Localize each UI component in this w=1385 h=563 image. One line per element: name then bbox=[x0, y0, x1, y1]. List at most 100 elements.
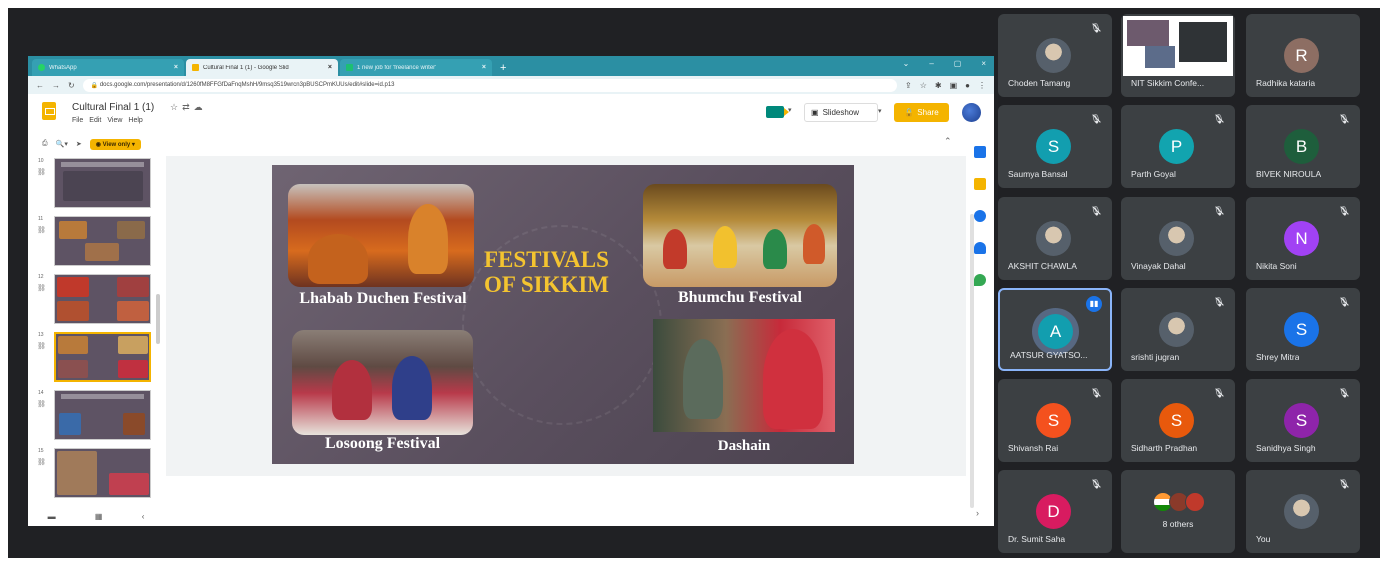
mic-off-icon: 🎙 bbox=[1213, 114, 1225, 124]
mic-off-icon: 🎙 bbox=[1090, 388, 1102, 398]
participant-tile[interactable]: 🎙 You bbox=[1246, 470, 1360, 553]
share-page-icon[interactable]: ⇪ bbox=[905, 81, 912, 90]
thumbnail-row[interactable]: 13 ⛓ bbox=[28, 330, 164, 388]
close-icon[interactable]: × bbox=[174, 64, 178, 71]
extensions-icon[interactable]: ✱ bbox=[935, 81, 942, 90]
thumbnail-row[interactable]: 15 ⛓ bbox=[28, 446, 164, 504]
caption-bhumchu: Bhumchu Festival bbox=[677, 289, 802, 306]
chevron-down-icon[interactable]: ⌄ bbox=[903, 59, 910, 68]
participant-tile[interactable]: 🎙 Choden Tamang bbox=[998, 14, 1112, 97]
slideshow-label: Slideshow bbox=[822, 108, 860, 117]
participant-tile[interactable]: D 🎙 Dr. Sumit Saha bbox=[998, 470, 1112, 553]
menu-view[interactable]: View bbox=[107, 117, 122, 124]
grid-view-icon[interactable]: ▦ bbox=[95, 512, 103, 521]
print-icon[interactable]: ⎙ bbox=[42, 140, 48, 148]
star-icon[interactable]: ☆ bbox=[170, 102, 182, 112]
participant-name: Sanidhya Singh bbox=[1256, 443, 1316, 453]
participant-name: Dr. Sumit Saha bbox=[1008, 534, 1066, 544]
view-only-badge[interactable]: ◉ View only ▾ bbox=[89, 138, 141, 150]
thumbnail-row[interactable]: 11 ⛓ bbox=[28, 214, 164, 272]
speaking-indicator-icon: ▮▮ bbox=[1086, 296, 1102, 312]
close-icon[interactable]: × bbox=[482, 64, 486, 71]
slide-thumbnail[interactable] bbox=[54, 158, 151, 208]
participant-tile[interactable]: R Radhika kataria bbox=[1246, 14, 1360, 97]
mic-off-icon: 🎙 bbox=[1338, 206, 1350, 216]
profile-icon[interactable]: ● bbox=[965, 81, 970, 90]
slide-thumbnail[interactable] bbox=[54, 274, 151, 324]
close-window-icon[interactable]: × bbox=[981, 59, 986, 68]
star-icon[interactable]: ☆ bbox=[920, 81, 927, 90]
filmstrip-scrollbar[interactable] bbox=[156, 294, 160, 344]
cursor-icon[interactable]: ➤ bbox=[76, 140, 82, 148]
url-field[interactable]: 🔒 docs.google.com/presentation/d/1260fM8… bbox=[82, 78, 898, 92]
thumbnail-row[interactable]: 14 ⛓ bbox=[28, 388, 164, 446]
participant-tile[interactable]: NIT Sikkim Confe... bbox=[1121, 14, 1235, 97]
account-avatar[interactable] bbox=[962, 103, 981, 122]
menu-help[interactable]: Help bbox=[128, 117, 142, 124]
slide-thumbnail[interactable] bbox=[54, 390, 151, 440]
mic-off-icon: 🎙 bbox=[1090, 206, 1102, 216]
minimize-icon[interactable]: – bbox=[929, 59, 933, 68]
slide-thumbnail[interactable] bbox=[54, 216, 151, 266]
participant-tile[interactable]: B 🎙 BIVEK NIROULA bbox=[1246, 105, 1360, 188]
meet-window: WhatsApp × Cultural Final 1 (1) - Google… bbox=[8, 8, 1380, 558]
participant-tile[interactable]: S 🎙 Shivansh Rai bbox=[998, 379, 1112, 462]
menu-edit[interactable]: Edit bbox=[89, 117, 101, 124]
participant-tile[interactable]: S 🎙 Saumya Bansal bbox=[998, 105, 1112, 188]
tab-whatsapp[interactable]: WhatsApp × bbox=[32, 59, 184, 76]
zoom-icon[interactable]: 🔍▾ bbox=[56, 140, 68, 148]
mic-off-icon: 🎙 bbox=[1338, 388, 1350, 398]
slideshow-button[interactable]: ▣ Slideshow bbox=[804, 103, 878, 122]
sidepanel-icon[interactable]: ▣ bbox=[950, 81, 958, 90]
participant-avatar: S bbox=[1284, 403, 1319, 438]
slides-logo-icon[interactable] bbox=[42, 102, 56, 120]
notes-resize-handle[interactable]: ⋯ bbox=[576, 524, 583, 526]
keep-icon[interactable] bbox=[974, 178, 986, 190]
current-slide: FESTIVALS OF SIKKIM Lhabab Duchen Festiv… bbox=[272, 165, 854, 464]
chevron-down-icon[interactable]: ▾ bbox=[788, 106, 792, 114]
tasks-icon[interactable] bbox=[974, 210, 986, 222]
participant-tile[interactable]: 🎙 Vinayak Dahal bbox=[1121, 197, 1235, 280]
calendar-icon[interactable] bbox=[974, 146, 986, 158]
new-tab-button[interactable]: + bbox=[494, 62, 512, 76]
contacts-icon[interactable] bbox=[974, 242, 986, 254]
slide-thumbnail-active[interactable] bbox=[54, 332, 151, 382]
close-icon[interactable]: × bbox=[328, 64, 332, 71]
participant-tile[interactable]: 8 others bbox=[1121, 470, 1235, 553]
thumbnail-row[interactable]: 12 ⛓ bbox=[28, 272, 164, 330]
menu-file[interactable]: File bbox=[72, 117, 83, 124]
reload-icon[interactable]: ↻ bbox=[68, 81, 75, 90]
share-button[interactable]: 🔒 Share bbox=[894, 103, 949, 122]
participant-tile[interactable]: S 🎙 Sanidhya Singh bbox=[1246, 379, 1360, 462]
thumbnail-row[interactable]: 10 ⛓ bbox=[28, 156, 164, 214]
filmstrip-view-icon[interactable]: ▬ bbox=[48, 512, 56, 521]
move-icon[interactable]: ⇄ bbox=[182, 102, 194, 112]
participant-tile[interactable]: S 🎙 Sidharth Pradhan bbox=[1121, 379, 1235, 462]
participant-tile[interactable]: P 🎙 Parth Goyal bbox=[1121, 105, 1235, 188]
back-icon[interactable]: ← bbox=[36, 81, 44, 90]
maps-icon[interactable] bbox=[974, 274, 986, 286]
forward-icon[interactable]: → bbox=[52, 81, 60, 90]
meet-present-icon[interactable] bbox=[766, 106, 789, 118]
mic-off-icon: 🎙 bbox=[1338, 114, 1350, 124]
chevron-left-icon[interactable]: ‹ bbox=[142, 512, 145, 521]
restore-icon[interactable]: ▢ bbox=[954, 59, 962, 68]
tab-new-job[interactable]: 1 new job for 'freelance writer' × bbox=[340, 59, 492, 76]
tab-cultural-final[interactable]: Cultural Final 1 (1) - Google Slid × bbox=[186, 59, 338, 76]
collapse-menus-icon[interactable]: ⌃ bbox=[944, 136, 952, 147]
slide-thumbnail[interactable] bbox=[54, 448, 151, 498]
more-icon[interactable]: ⋮ bbox=[978, 81, 986, 90]
participant-tile[interactable]: 🎙 AKSHIT CHAWLA bbox=[998, 197, 1112, 280]
chevron-right-icon[interactable]: › bbox=[976, 508, 979, 518]
chevron-down-icon[interactable]: ▾ bbox=[878, 107, 882, 115]
eye-icon: ◉ bbox=[95, 141, 101, 148]
participant-tile[interactable]: 🎙 srishti jugran bbox=[1121, 288, 1235, 371]
participant-name: Shivansh Rai bbox=[1008, 443, 1059, 453]
cloud-icon[interactable]: ☁ bbox=[194, 102, 207, 112]
doc-title[interactable]: Cultural Final 1 (1) bbox=[72, 102, 154, 113]
participant-tile[interactable]: S 🎙 Shrey Mitra bbox=[1246, 288, 1360, 371]
participant-tile[interactable]: N 🎙 Nikita Soni bbox=[1246, 197, 1360, 280]
participant-tile[interactable]: A ▮▮ AATSUR GYATSO... bbox=[998, 288, 1112, 371]
menu-bar: File Edit View Help bbox=[72, 117, 143, 124]
slides-header: Cultural Final 1 (1) ☆⇄☁ File Edit View … bbox=[28, 94, 994, 130]
